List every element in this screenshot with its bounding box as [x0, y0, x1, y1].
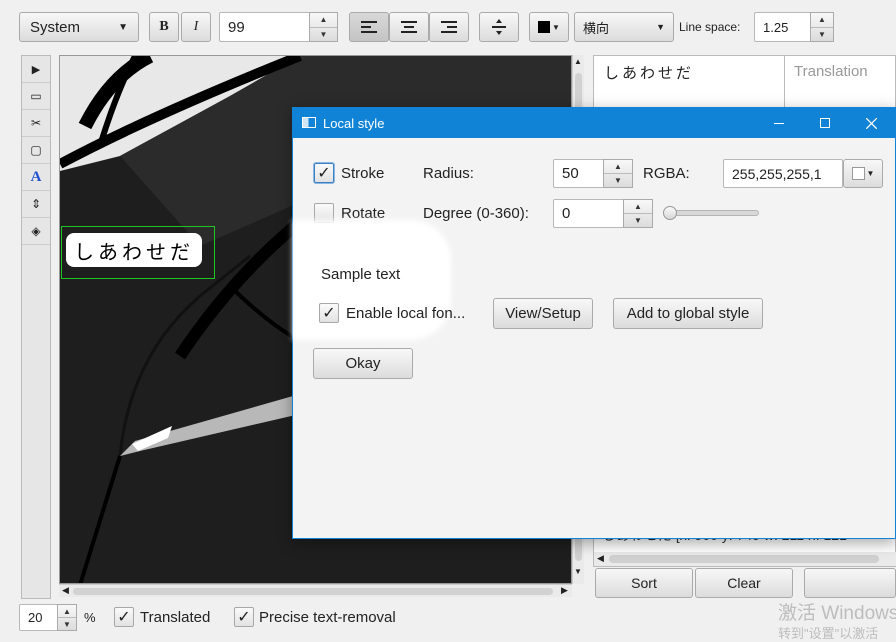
- line-space-input[interactable]: 1.25: [754, 12, 812, 42]
- translated-checkbox[interactable]: ✓: [114, 607, 134, 627]
- orientation-select[interactable]: 横向 ▼: [574, 12, 674, 42]
- chevron-down-icon: ▼: [656, 22, 665, 32]
- degree-input[interactable]: 0: [553, 199, 625, 228]
- zoom-unit: %: [84, 610, 96, 625]
- bold-button[interactable]: B: [149, 12, 179, 42]
- increment-icon[interactable]: ▲: [310, 13, 337, 27]
- dialog-titlebar[interactable]: Local style: [293, 108, 895, 138]
- align-left-icon: [361, 21, 377, 33]
- scroll-up-icon[interactable]: ▲: [574, 57, 582, 66]
- decrement-icon[interactable]: ▼: [624, 213, 652, 227]
- align-center-button[interactable]: [389, 12, 429, 42]
- activation-watermark-line1: 激活 Windows: [778, 603, 896, 624]
- canvas-horizontal-scrollbar[interactable]: ◀ ▶: [59, 584, 572, 597]
- activation-watermark-line2: 转到"设置"以激活: [778, 626, 879, 641]
- orientation-value: 横向: [583, 20, 610, 36]
- scroll-down-icon[interactable]: ▼: [574, 567, 582, 576]
- increment-icon[interactable]: ▲: [811, 13, 833, 27]
- translation-header: Translation: [794, 63, 868, 80]
- align-right-icon: [441, 21, 457, 33]
- local-font-label: Enable local fon...: [346, 305, 466, 322]
- radius-label: Radius:: [423, 165, 474, 182]
- decrement-icon[interactable]: ▼: [811, 26, 833, 42]
- degree-stepper[interactable]: ▲ ▼: [623, 199, 653, 228]
- precise-removal-label: Precise text-removal: [259, 609, 396, 626]
- scissors-icon[interactable]: ✂: [22, 110, 50, 137]
- tool-column: ▶ ▭ ✂ ▢ A ⇕ ◈: [21, 55, 51, 599]
- chevron-down-icon: ▼: [118, 21, 128, 33]
- scroll-left-icon[interactable]: ◀: [62, 585, 69, 596]
- chevron-down-icon: ▼: [552, 22, 560, 32]
- clear-button[interactable]: Clear: [695, 568, 793, 598]
- radius-input[interactable]: 50: [553, 159, 605, 188]
- vertical-spacing-button[interactable]: [479, 12, 519, 42]
- scroll-left-icon[interactable]: ◀: [597, 553, 604, 564]
- zoom-stepper[interactable]: ▲ ▼: [57, 604, 77, 631]
- minimize-icon[interactable]: [756, 108, 802, 138]
- rectangle-icon[interactable]: ▢: [22, 137, 50, 164]
- extra-button[interactable]: [804, 568, 896, 598]
- text-color-button[interactable]: ▼: [529, 12, 569, 42]
- decrement-icon[interactable]: ▼: [310, 26, 337, 42]
- dialog-title: Local style: [323, 116, 385, 131]
- local-font-checkbox[interactable]: ✓: [319, 303, 339, 323]
- degree-slider-thumb[interactable]: [663, 206, 677, 220]
- okay-button[interactable]: Okay: [313, 348, 413, 379]
- rgba-label: RGBA:: [643, 165, 690, 182]
- font-size-input[interactable]: 99: [219, 12, 311, 42]
- sample-text: Sample text: [321, 266, 401, 283]
- app-window-icon: [302, 117, 316, 128]
- align-center-icon: [401, 21, 417, 33]
- text-tool-icon[interactable]: A: [22, 164, 50, 191]
- stroke-label: Stroke: [341, 165, 385, 182]
- close-icon[interactable]: [848, 108, 894, 138]
- sort-button[interactable]: Sort: [595, 568, 693, 598]
- scroll-thumb[interactable]: [609, 555, 879, 563]
- local-style-dialog: Local style ✓ Stroke Radius: 50 ▲ ▼ RGBA:…: [292, 107, 896, 539]
- table-horizontal-scrollbar[interactable]: ◀: [594, 552, 896, 566]
- add-global-style-button[interactable]: Add to global style: [613, 298, 763, 329]
- stroke-checkbox[interactable]: ✓: [314, 163, 334, 183]
- increment-icon[interactable]: ▲: [604, 160, 632, 173]
- view-setup-button[interactable]: View/Setup: [493, 298, 593, 329]
- text-box-icon[interactable]: ▭: [22, 83, 50, 110]
- color-swatch-icon: [851, 167, 865, 180]
- translated-label: Translated: [140, 609, 211, 626]
- select-arrow-icon[interactable]: ▶: [22, 56, 50, 83]
- font-family-select[interactable]: System ▼: [19, 12, 139, 42]
- move-updown-icon[interactable]: ⇕: [22, 191, 50, 218]
- italic-button[interactable]: I: [181, 12, 211, 42]
- line-space-label: Line space:: [679, 20, 741, 34]
- degree-slider-track[interactable]: [665, 210, 759, 216]
- align-right-button[interactable]: [429, 12, 469, 42]
- increment-icon[interactable]: ▲: [624, 200, 652, 213]
- scroll-right-icon[interactable]: ▶: [561, 585, 568, 596]
- decrement-icon[interactable]: ▼: [604, 173, 632, 187]
- align-left-button[interactable]: [349, 12, 389, 42]
- column-divider: [784, 56, 785, 108]
- degree-label: Degree (0-360):: [423, 205, 529, 222]
- increment-icon[interactable]: ▲: [58, 605, 76, 617]
- zoom-input[interactable]: 20: [19, 604, 59, 631]
- text-region-label: しあわせだ: [66, 233, 202, 267]
- rgba-input[interactable]: 255,255,255,1: [723, 159, 843, 188]
- source-header: しあわせだ: [604, 65, 695, 82]
- layers-icon[interactable]: ◈: [22, 218, 50, 245]
- decrement-icon[interactable]: ▼: [58, 617, 76, 630]
- vertical-spacing-icon: [492, 19, 506, 35]
- line-space-stepper[interactable]: ▲ ▼: [810, 12, 834, 42]
- chevron-down-icon: ▼: [866, 169, 875, 178]
- color-swatch-icon: [538, 21, 551, 33]
- precise-removal-checkbox[interactable]: ✓: [234, 607, 254, 627]
- font-family-value: System: [30, 18, 81, 36]
- text-region-box[interactable]: しあわせだ: [61, 226, 215, 279]
- maximize-icon[interactable]: [802, 108, 848, 138]
- radius-stepper[interactable]: ▲ ▼: [603, 159, 633, 188]
- stroke-color-button[interactable]: ▼: [843, 159, 883, 188]
- scroll-thumb[interactable]: [73, 588, 553, 595]
- font-size-stepper[interactable]: ▲ ▼: [309, 12, 338, 42]
